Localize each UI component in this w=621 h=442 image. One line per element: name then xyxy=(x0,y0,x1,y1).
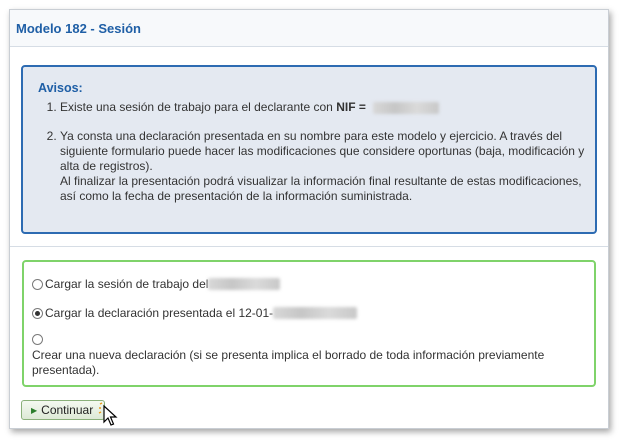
notice-item-1-text: Existe una sesión de trabajo para el dec… xyxy=(60,100,337,114)
notice-item-session: Existe una sesión de trabajo para el dec… xyxy=(60,100,585,115)
notice-list: Existe una sesión de trabajo para el dec… xyxy=(38,100,585,218)
dialog-titlebar: Modelo 182 - Sesión xyxy=(10,10,608,47)
continue-label: Continuar xyxy=(41,403,94,417)
option-load-session-label: Cargar la sesión de trabajo del xyxy=(45,277,209,291)
dialog-title: Modelo 182 - Sesión xyxy=(16,20,141,36)
notice-title: Avisos: xyxy=(38,81,83,95)
option-new-declaration[interactable] xyxy=(32,334,45,345)
notice-item-2-text-cont: Al finalizar la presentación podrá visua… xyxy=(60,174,582,203)
option-load-session[interactable]: Cargar la sesión de trabajo del xyxy=(32,277,281,291)
nif-label: NIF = xyxy=(336,100,366,114)
redacted-nif xyxy=(373,101,440,114)
mouse-pointer-icon xyxy=(98,402,118,426)
continue-button[interactable]: ▶ Continuar xyxy=(21,400,105,420)
option-new-declaration-label: Crear una nueva declaración (si se prese… xyxy=(32,348,545,377)
divider xyxy=(10,246,608,247)
redacted-session-id xyxy=(208,278,281,290)
option-load-declaration[interactable]: Cargar la declaración presentada el 12-0… xyxy=(32,306,358,320)
session-dialog: Modelo 182 - Sesión Avisos: Existe una s… xyxy=(9,9,609,429)
notice-item-2-text: Ya consta una declaración presentada en … xyxy=(60,129,585,173)
radio-new-declaration[interactable] xyxy=(32,334,43,345)
option-load-declaration-label: Cargar la declaración presentada el 12-0… xyxy=(45,306,274,320)
radio-load-session[interactable] xyxy=(32,278,43,290)
radio-load-declaration[interactable] xyxy=(32,307,43,319)
redacted-date xyxy=(273,307,358,319)
options-panel: Cargar la sesión de trabajo del Cargar l… xyxy=(22,260,596,387)
notice-panel: Avisos: Existe una sesión de trabajo par… xyxy=(21,65,597,234)
triangle-right-icon: ▶ xyxy=(31,405,38,415)
notice-item-declaration: Ya consta una declaración presentada en … xyxy=(60,129,585,204)
